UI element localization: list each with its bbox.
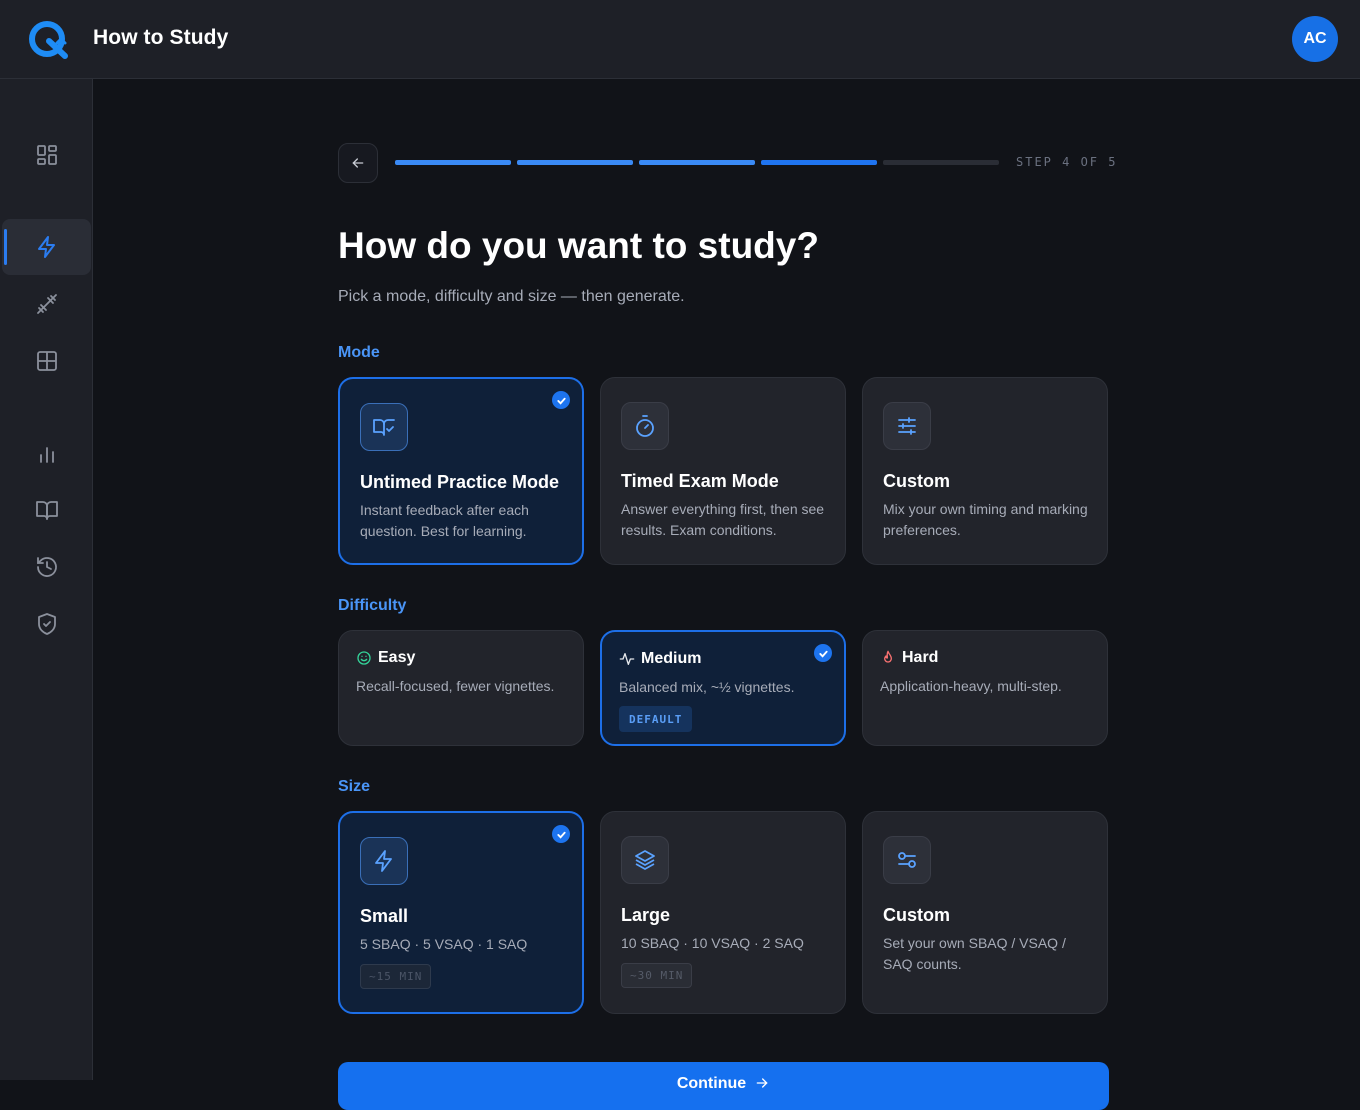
book-icon [35,501,58,520]
size-description: 10 SBAQ · 10 VSAQ · 2 SAQ [621,935,804,951]
layers-icon [621,836,669,884]
mode-description: Answer everything first, then see result… [621,501,825,538]
mode-description: Mix your own timing and marking preferen… [883,501,1088,538]
difficulty-description: Recall-focused, fewer vignettes. [356,678,555,694]
sidebar [0,79,93,1080]
page-title: How do you want to study? [338,225,819,266]
top-bar: How to Study AC [0,0,1360,79]
book-check-icon [360,403,408,451]
size-title: Large [621,905,671,925]
lightning-icon [37,236,55,258]
grid-icon [36,351,57,371]
mode-card-custom[interactable]: Custom Mix your own timing and marking p… [862,377,1108,565]
sidebar-item-history[interactable] [0,539,93,595]
difficulty-card-easy[interactable]: Easy Recall-focused, fewer vignettes. [338,630,584,746]
mode-description: Instant feedback after each question. Be… [360,502,529,539]
sidebar-item-practice[interactable] [0,276,93,332]
size-title: Small [360,906,409,926]
difficulty-card-medium[interactable]: Medium Balanced mix, ~½ vignettes. DEFAU… [600,630,846,746]
difficulty-description: Balanced mix, ~½ vignettes. [619,679,795,695]
avatar[interactable]: AC [1292,16,1338,62]
mode-title: Custom [883,471,950,491]
size-title: Custom [883,905,950,925]
dumbbell-icon [36,294,57,314]
progress-segment [761,160,877,165]
size-card-small[interactable]: Small 5 SBAQ · 5 VSAQ · 1 SAQ ~15 MIN [338,811,584,1014]
check-icon [552,825,570,843]
sidebar-item-grid[interactable] [0,333,93,389]
q-logo-icon[interactable] [27,18,73,60]
size-description: 5 SBAQ · 5 VSAQ · 1 SAQ [360,936,528,952]
continue-label: Continue [676,1075,747,1092]
difficulty-title: Easy [378,649,416,666]
sidebar-item-security[interactable] [0,596,93,652]
arrow-right-icon [756,1078,768,1088]
continue-button[interactable]: Continue [338,1062,1109,1110]
progress-segment [883,160,999,165]
mode-title: Timed Exam Mode [621,471,779,491]
stopwatch-icon [621,402,669,450]
progress-segment [395,160,511,165]
size-card-custom[interactable]: Custom Set your own SBAQ / VSAQ / SAQ co… [862,811,1108,1014]
mode-title: Untimed Practice Mode [360,472,560,492]
check-icon [814,644,832,662]
difficulty-title: Hard [902,649,939,666]
history-icon [36,557,57,577]
activity-icon [619,653,635,665]
arrow-left-icon [352,158,364,168]
flame-icon [884,650,892,663]
mode-card-timed[interactable]: Timed Exam Mode Answer everything first,… [600,377,846,565]
difficulty-title: Medium [641,650,702,667]
time-estimate-badge: ~30 MIN [621,963,693,988]
time-estimate-badge: ~15 MIN [360,964,432,989]
difficulty-card-hard[interactable]: Hard Application-heavy, multi-step. [862,630,1108,746]
mode-section-label: Mode [338,344,380,361]
page-subtitle: Pick a mode, difficulty and size — then … [338,288,685,305]
lightning-icon [360,837,408,885]
check-icon [552,391,570,409]
toggles-icon [883,836,931,884]
default-badge: DEFAULT [619,706,693,732]
bar-chart-icon [39,447,54,463]
step-label: STEP 4 OF 5 [1016,155,1118,169]
smile-icon [357,651,371,665]
size-section-label: Size [338,778,371,795]
size-card-large[interactable]: Large 10 SBAQ · 10 VSAQ · 2 SAQ ~30 MIN [600,811,846,1014]
sidebar-item-library[interactable] [0,482,93,538]
dashboard-icon [36,145,57,165]
size-description: Set your own SBAQ / VSAQ / SAQ counts. [883,935,1066,972]
mode-card-untimed[interactable]: Untimed Practice Mode Instant feedback a… [338,377,584,565]
sidebar-item-study[interactable] [2,219,91,275]
shield-check-icon [37,613,56,635]
sidebar-item-analytics[interactable] [0,426,93,482]
difficulty-description: Application-heavy, multi-step. [880,678,1062,694]
progress-segment [517,160,633,165]
back-button[interactable] [338,143,378,183]
app-title: How to Study [93,26,229,49]
sidebar-item-dashboard[interactable] [0,127,93,183]
progress-segment [639,160,755,165]
difficulty-section-label: Difficulty [338,597,407,614]
sliders-icon [883,402,931,450]
